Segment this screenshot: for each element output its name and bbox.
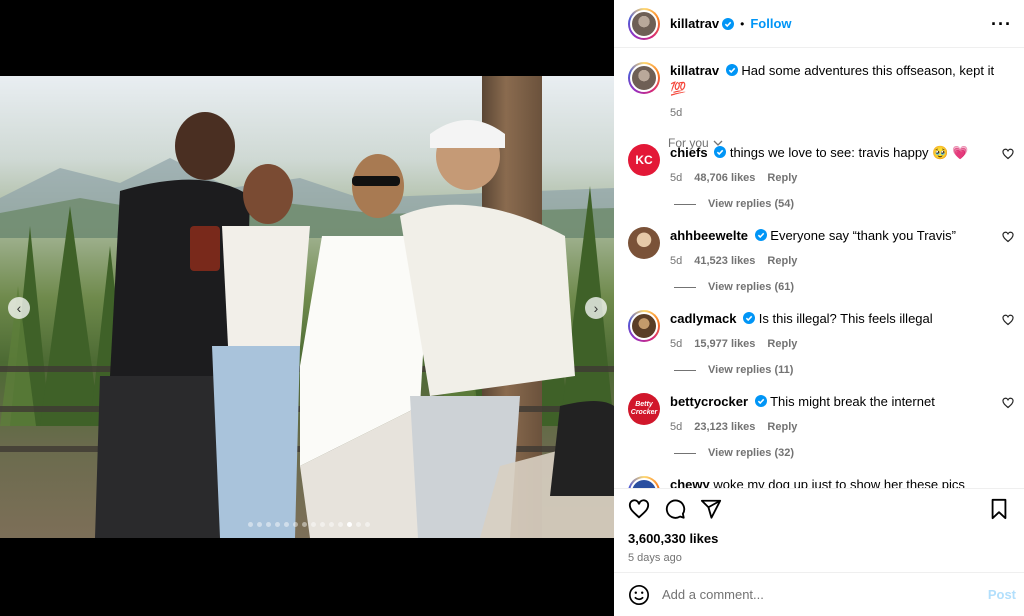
replies-line	[674, 286, 696, 288]
author-avatar[interactable]	[628, 7, 660, 40]
replies-line	[674, 369, 696, 371]
comment-text: This might break the internet	[770, 394, 935, 409]
emoji-icon[interactable]	[628, 584, 650, 606]
view-replies-button[interactable]: View replies (11)	[674, 364, 793, 376]
comment-text: Everyone say “thank you Travis”	[770, 228, 956, 243]
verified-badge-icon	[714, 146, 727, 158]
reply-button[interactable]: Reply	[767, 418, 797, 436]
comment-text: woke my dog up just to show her these pi…	[713, 477, 965, 488]
comment-time: 5d	[670, 421, 683, 433]
view-replies-button[interactable]: View replies (54)	[674, 198, 794, 210]
view-replies-button[interactable]: View replies (61)	[674, 281, 794, 293]
commenter-username[interactable]: cadlymack	[670, 311, 737, 326]
carousel-dot	[284, 522, 289, 527]
post-comment-button[interactable]: Post	[988, 587, 1016, 602]
view-replies-label: View replies (61)	[708, 281, 795, 293]
commenter-username[interactable]: chewy	[670, 477, 710, 488]
carousel-dot	[329, 522, 334, 527]
caption-text: Had some adventures this offseason, kept…	[670, 63, 995, 96]
verified-badge-icon	[725, 64, 738, 76]
carousel-dot	[302, 522, 307, 527]
next-photo-button[interactable]: ›	[585, 297, 607, 319]
separator-dot: •	[740, 16, 745, 31]
comment-likes[interactable]: 48,706 likes	[694, 169, 755, 187]
comment-time: 5d	[670, 172, 683, 184]
comment-likes[interactable]: 15,977 likes	[694, 335, 755, 353]
replies-line	[674, 203, 696, 205]
verified-badge-icon	[743, 312, 756, 324]
replies-line	[674, 452, 696, 454]
previous-photo-button[interactable]: ‹	[8, 297, 30, 319]
comment-text: Is this illegal? This feels illegal	[758, 311, 933, 326]
share-send-icon[interactable]	[700, 498, 722, 520]
comment-bubble-icon[interactable]	[664, 498, 686, 520]
carousel-dot	[266, 522, 271, 527]
comment-input[interactable]	[662, 587, 962, 602]
comment-text: things we love to see: travis happy 🥹 💗	[729, 145, 969, 160]
commenter-username[interactable]: ahhbeewelte	[670, 228, 748, 243]
view-replies-button[interactable]: View replies (32)	[674, 447, 794, 459]
comment-time: 5d	[670, 255, 683, 267]
post-caption: killatrav Had some adventures this offse…	[614, 48, 1024, 122]
media-pane: ‹ ›	[0, 0, 614, 616]
more-horizontal-icon[interactable]: ···	[991, 14, 1012, 35]
carousel-dot	[248, 522, 253, 527]
commenter-avatar[interactable]: KC	[628, 144, 660, 176]
carousel-dot	[275, 522, 280, 527]
carousel-dot	[293, 522, 298, 527]
reply-button[interactable]: Reply	[767, 335, 797, 353]
comment-likes[interactable]: 41,523 likes	[694, 252, 755, 270]
post-photo[interactable]	[0, 76, 614, 538]
author-username[interactable]: killatrav	[670, 16, 719, 31]
comment-likes[interactable]: 23,123 likes	[694, 418, 755, 436]
comment-time: 5d	[670, 338, 683, 350]
commenter-username[interactable]: bettycrocker	[670, 394, 748, 409]
reply-button[interactable]: Reply	[767, 169, 797, 187]
like-comment-heart-icon[interactable]	[1002, 231, 1014, 243]
caption-time: 5d	[670, 107, 683, 119]
author-avatar[interactable]	[628, 62, 660, 94]
comments-list[interactable]: killatrav Had some adventures this offse…	[614, 48, 1024, 488]
verified-badge-icon	[754, 229, 767, 241]
comment-item: KC chiefs things we love to see: travis …	[614, 144, 1024, 187]
like-comment-heart-icon[interactable]	[1002, 397, 1014, 409]
commenter-avatar[interactable]	[628, 476, 660, 488]
follow-button[interactable]: Follow	[750, 16, 791, 31]
comment-item: cadlymack Is this illegal? This feels il…	[614, 310, 1024, 353]
carousel-dot	[347, 522, 352, 527]
comment-item: chewy woke my dog up just to show her th…	[614, 476, 1024, 488]
post-timestamp: 5 days ago	[628, 552, 682, 564]
carousel-dot	[257, 522, 262, 527]
like-comment-heart-icon[interactable]	[1002, 314, 1014, 326]
verified-badge-icon	[754, 395, 767, 407]
comment-item: ahhbeewelte Everyone say “thank you Trav…	[614, 227, 1024, 270]
bookmark-icon[interactable]	[988, 498, 1010, 520]
like-comment-heart-icon[interactable]	[1002, 148, 1014, 160]
post-actions: 3,600,330 likes 5 days ago	[614, 488, 1024, 564]
reply-button[interactable]: Reply	[767, 252, 797, 270]
carousel-dot	[338, 522, 343, 527]
commenter-avatar[interactable]	[628, 227, 660, 259]
verified-badge-icon	[722, 17, 735, 30]
post-header: killatrav • Follow ···	[614, 0, 1024, 48]
commenter-username[interactable]: chiefs	[670, 145, 708, 160]
commenter-avatar[interactable]	[628, 310, 660, 342]
carousel-dot	[311, 522, 316, 527]
commenter-avatar[interactable]: Betty Crocker	[628, 393, 660, 425]
view-replies-label: View replies (54)	[708, 198, 795, 210]
view-replies-label: View replies (11)	[708, 364, 794, 376]
carousel-indicator	[248, 522, 370, 527]
comment-item: Betty Crocker bettycrocker This might br…	[614, 393, 1024, 436]
like-count[interactable]: 3,600,330 likes	[628, 531, 1010, 546]
post-side-panel: killatrav • Follow ··· killatrav Had som…	[614, 0, 1024, 616]
caption-username[interactable]: killatrav	[670, 63, 719, 78]
carousel-dot	[365, 522, 370, 527]
view-replies-label: View replies (32)	[708, 447, 795, 459]
carousel-dot	[356, 522, 361, 527]
carousel-dot	[320, 522, 325, 527]
group-of-people	[95, 112, 614, 538]
like-heart-icon[interactable]	[628, 498, 650, 520]
comment-composer: Post	[614, 572, 1024, 616]
